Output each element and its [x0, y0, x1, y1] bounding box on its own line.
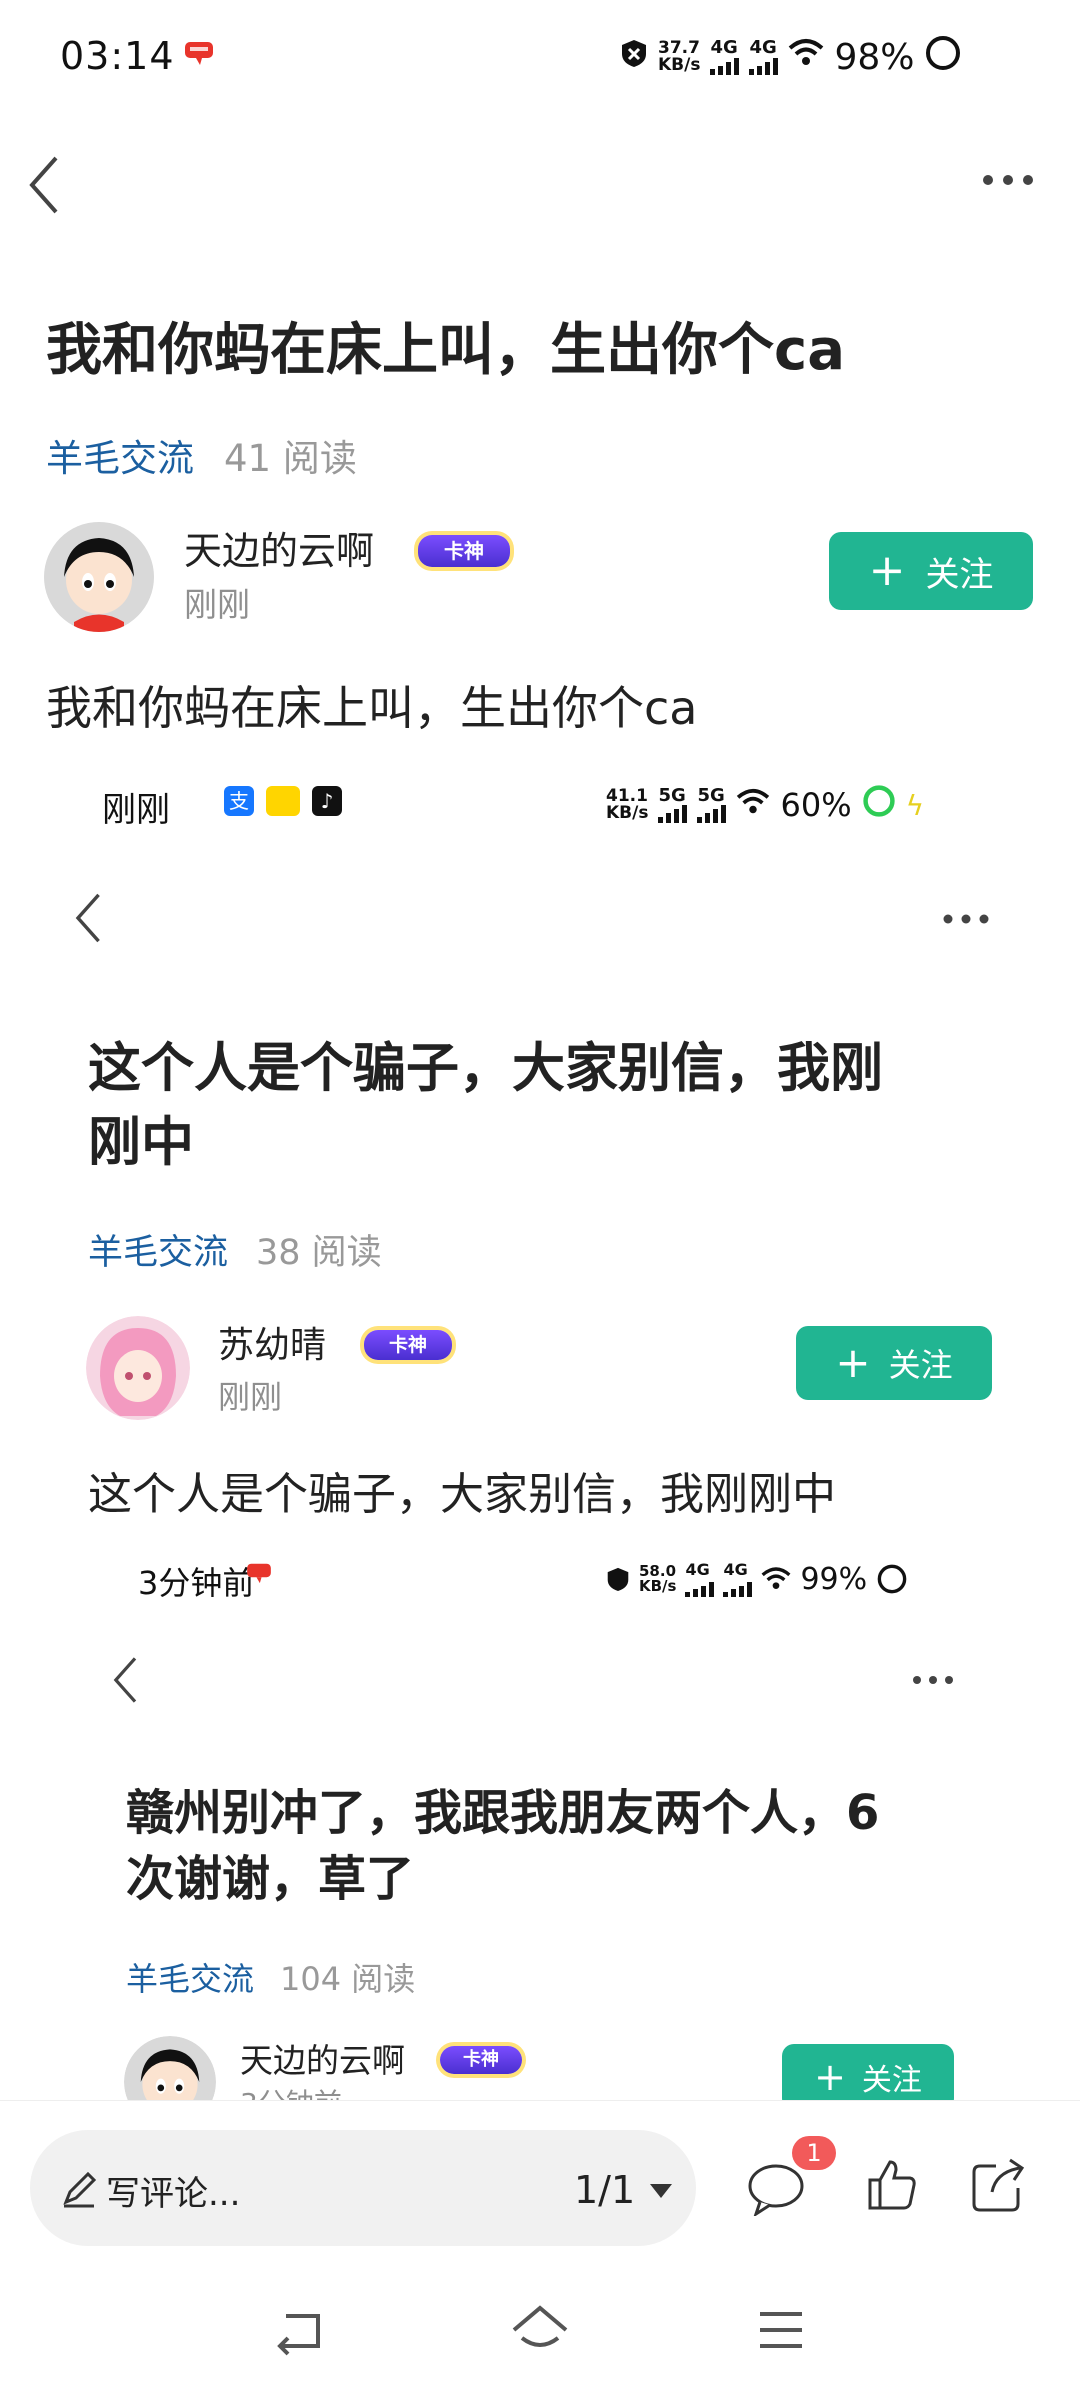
author-avatar[interactable]: [44, 522, 154, 632]
img1-meta: 羊毛交流 38 阅读: [88, 1233, 382, 1273]
img1-signal-1: 5G: [658, 787, 688, 823]
img1-back-icon: [75, 893, 100, 943]
share-button[interactable]: [970, 2156, 1028, 2216]
back-arrow-icon: [29, 156, 58, 214]
post-image-2[interactable]: 3分钟前 58.0 KB/s 4G 4G 99% 赣州别冲了，我跟我朋友两个人，6…: [0, 1540, 1080, 2100]
img2-title: 赣州别冲了，我跟我朋友两个人，6 次谢谢，草了: [126, 1785, 880, 1907]
nav-home-button[interactable]: [510, 2302, 570, 2356]
post-meta: 羊毛交流 41 阅读: [46, 428, 357, 482]
status-bar: 03:14 37.7 KB/s 4G 4G 98%: [0, 0, 1080, 115]
post-title: 我和你蚂在床上叫，生出你个ca: [46, 318, 845, 383]
img2-status-icons: 58.0 KB/s 4G 4G 99%: [606, 1558, 908, 1600]
img2-time: 3分钟前: [138, 1564, 255, 1602]
plus-icon: +: [868, 545, 906, 596]
author-name[interactable]: 天边的云啊: [184, 520, 374, 575]
img1-title: 这个人是个骗子，大家别信，我刚 刚中: [88, 1038, 883, 1173]
rank-badge: 卡神: [418, 535, 510, 567]
img1-status-icons: 41.1 KB/s 5G 5G 60% ϟ: [606, 784, 925, 826]
like-button[interactable]: [866, 2158, 922, 2216]
img2-meta: 羊毛交流 104 阅读: [126, 1960, 416, 1998]
status-time: 03:14: [60, 34, 175, 78]
img1-signal-2: 5G: [697, 787, 727, 823]
img2-avatar: [124, 2036, 216, 2100]
img1-more-icon: [943, 914, 989, 924]
thumbs-up-icon: [868, 2160, 916, 2210]
battery-text: 98%: [834, 36, 915, 78]
app-icon: [266, 786, 300, 816]
battery-icon: [924, 34, 962, 81]
charging-icon: ϟ: [905, 788, 925, 822]
img2-back-icon: [113, 1657, 137, 1703]
comment-input[interactable]: 写评论... 1/1: [30, 2130, 696, 2246]
img1-time: 刚刚: [102, 790, 170, 830]
status-icons: 37.7 KB/s 4G 4G 98%: [620, 32, 962, 82]
pen-icon: [63, 2171, 97, 2208]
img2-post-time: 3分钟前: [240, 2082, 342, 2100]
menu-icon: [760, 2312, 802, 2348]
img2-follow-button: + 关注: [782, 2044, 954, 2100]
notification-icon: [184, 40, 214, 65]
page-indicator[interactable]: 1/1: [574, 2168, 635, 2212]
img1-follow-button: + 关注: [796, 1326, 992, 1400]
img2-notification-icon: [246, 1562, 272, 1584]
post-body: 我和你蚂在床上叫，生出你个ca: [46, 681, 698, 735]
img1-post-time: 刚刚: [218, 1378, 283, 1416]
follow-button[interactable]: + 关注: [829, 532, 1033, 610]
read-count: 41 阅读: [224, 437, 357, 480]
comment-button[interactable]: 1: [746, 2136, 836, 2220]
img1-wifi-icon: [736, 786, 770, 824]
wifi-icon: [788, 37, 824, 77]
img1-avatar: [86, 1316, 190, 1420]
comment-placeholder: 写评论...: [106, 2174, 241, 2214]
nav-back-icon: [277, 2314, 320, 2356]
img2-author: 天边的云啊: [240, 2041, 405, 2080]
alipay-icon: 支: [224, 786, 254, 816]
comment-count-badge: 1: [792, 2136, 836, 2170]
share-icon: [972, 2158, 1025, 2212]
nav-menu-button[interactable]: [756, 2308, 806, 2352]
signal-1: 4G: [710, 39, 740, 75]
comment-bubble-icon: [748, 2164, 804, 2218]
caret-down-icon[interactable]: [648, 2182, 674, 2200]
img2-badge: 卡神: [440, 2046, 522, 2074]
img1-battery-icon: [862, 784, 896, 826]
vpn-icon: [620, 37, 648, 77]
signal-2: 4G: [749, 39, 779, 75]
img1-author: 苏幼晴: [218, 1325, 327, 1366]
net-speed: 37.7 KB/s: [658, 38, 701, 75]
back-button[interactable]: [26, 150, 76, 220]
system-nav-bar: [0, 2250, 1080, 2400]
img1-body: 这个人是个骗子，大家别信，我刚刚中: [88, 1469, 836, 1520]
img2-more-icon: [913, 1676, 953, 1684]
more-button[interactable]: [980, 170, 1040, 200]
tiktok-icon: ♪: [312, 786, 342, 816]
more-dots-icon: [983, 175, 1033, 185]
img1-badge: 卡神: [364, 1330, 452, 1360]
home-icon: [512, 2305, 568, 2347]
nav-back-button[interactable]: [272, 2306, 328, 2356]
post-time: 刚刚: [184, 585, 250, 624]
bottom-action-bar: 写评论... 1/1 1: [0, 2100, 1080, 2250]
category-link[interactable]: 羊毛交流: [46, 428, 194, 482]
post-image-1[interactable]: 刚刚 支 ♪ 41.1 KB/s 5G 5G 60% ϟ 这个人是个骗子，大家别信…: [0, 760, 1080, 1520]
